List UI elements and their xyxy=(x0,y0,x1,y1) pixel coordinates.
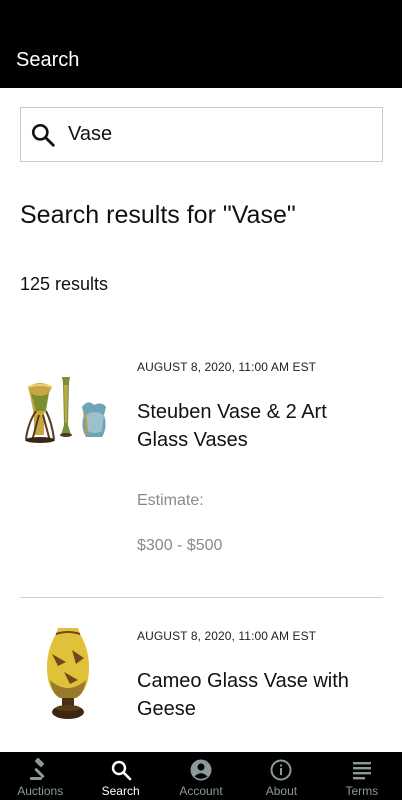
lot-image xyxy=(25,377,106,443)
nav-label: About xyxy=(265,784,298,798)
account-icon xyxy=(190,759,212,781)
nav-label: Search xyxy=(101,784,140,798)
lot-title[interactable]: Steuben Vase & 2 Art Glass Vases xyxy=(137,398,367,454)
lot-image xyxy=(47,628,89,719)
terms-icon xyxy=(352,762,371,780)
gavel-icon xyxy=(30,758,45,780)
results-heading: Search results for "Vase" xyxy=(20,201,296,229)
nav-item-account[interactable]: Account xyxy=(161,752,241,800)
nav-item-about[interactable]: About xyxy=(241,752,321,800)
nav-label: Auctions xyxy=(17,784,64,798)
estimate-value: $300 - $500 xyxy=(137,537,223,554)
lot-title[interactable]: Cameo Glass Vase with Geese xyxy=(137,667,367,723)
bottom-navigation: Auctions Search Account About Terms xyxy=(0,752,402,800)
result-card[interactable]: AUGUST 8, 2020, 11:00 AM EST Steuben Vas… xyxy=(20,355,383,575)
search-icon xyxy=(31,123,55,147)
result-card[interactable]: AUGUST 8, 2020, 11:00 AM EST Cameo Glass… xyxy=(20,624,383,752)
search-input[interactable] xyxy=(68,118,368,150)
info-icon xyxy=(270,759,292,781)
nav-label: Terms xyxy=(345,784,379,798)
lot-date: AUGUST 8, 2020, 11:00 AM EST xyxy=(137,360,317,374)
nav-item-search[interactable]: Search xyxy=(80,752,160,800)
search-box[interactable] xyxy=(20,107,383,162)
results-count: 125 results xyxy=(20,274,109,294)
page-title: Search xyxy=(16,49,80,71)
nav-item-auctions[interactable]: Auctions xyxy=(0,752,80,800)
nav-item-terms[interactable]: Terms xyxy=(322,752,402,800)
search-icon xyxy=(111,760,131,781)
divider xyxy=(20,597,383,598)
estimate-label: Estimate: xyxy=(137,492,204,509)
app-bar: Search xyxy=(0,0,402,88)
nav-label: Account xyxy=(179,784,223,798)
lot-date: AUGUST 8, 2020, 11:00 AM EST xyxy=(137,629,317,643)
